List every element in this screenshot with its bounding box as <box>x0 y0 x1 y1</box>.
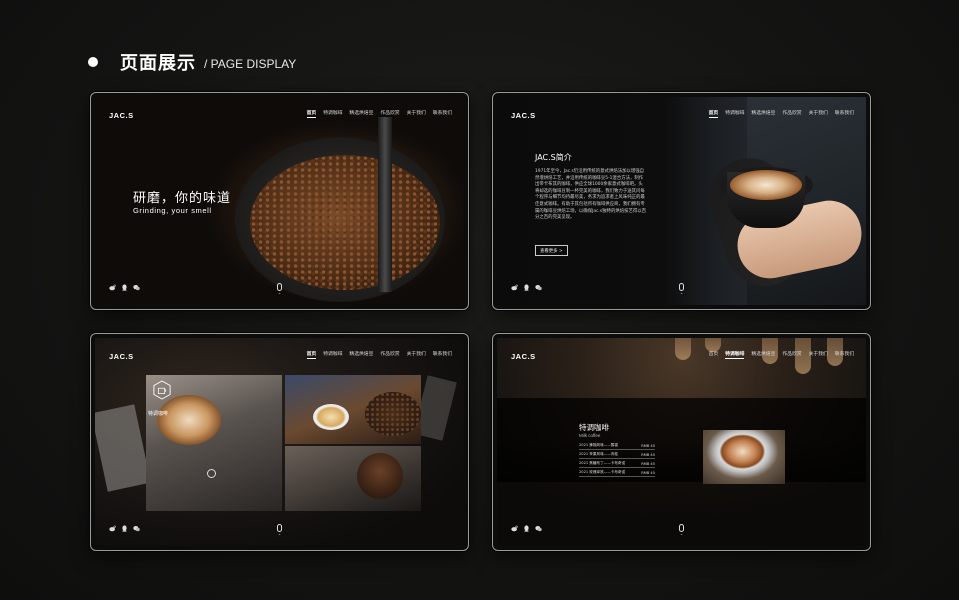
site-logo[interactable]: JAC.S <box>109 111 134 120</box>
latte-art-photo <box>703 430 785 484</box>
nav-item-home[interactable]: 首页 <box>306 350 317 359</box>
latte-cup <box>157 395 221 445</box>
menu-item-name: 2021 苹果风味——肉桂 <box>579 452 619 456</box>
coffee-beans <box>250 155 440 290</box>
weibo-icon[interactable] <box>109 284 116 291</box>
top-nav: 首页 特调咖啡 精选烘焙豆 作品欣赏 关于我们 联系我们 <box>709 350 854 359</box>
menu-item-price: RMB 45 <box>641 461 655 466</box>
menu-item-name: 2021 蜂拥风味——醇香 <box>579 443 619 447</box>
nav-item-works[interactable]: 作品欣赏 <box>782 350 801 359</box>
qq-icon[interactable] <box>121 284 128 291</box>
nav-item-works[interactable]: 作品欣赏 <box>380 109 399 118</box>
menu-row[interactable]: 2021 蜂拥风味——醇香 RMB 45 <box>579 442 655 450</box>
nav-item-about[interactable]: 关于我们 <box>809 109 828 118</box>
top-nav: 首页 特调咖啡 精选烘焙豆 作品欣赏 关于我们 联系我们 <box>306 350 452 359</box>
espresso-cup <box>313 404 349 430</box>
view-more-button[interactable]: 查看更多 > <box>535 245 568 256</box>
pendant-lamp <box>675 338 691 360</box>
nav-item-beans[interactable]: 精选烘焙豆 <box>751 350 775 359</box>
featured-label: 特调咖啡 <box>148 411 169 417</box>
qq-icon[interactable] <box>523 284 530 291</box>
menu-row[interactable]: 2021 焦糖布丁——卡布奇诺 RMB 45 <box>579 460 655 468</box>
nav-item-about[interactable]: 关于我们 <box>809 350 828 359</box>
nav-item-home[interactable]: 首页 <box>708 109 719 118</box>
hero-title: 研磨，你的味道 <box>133 191 232 206</box>
nav-item-special-coffee[interactable]: 特调咖啡 <box>323 109 342 118</box>
nav-item-contact[interactable]: 联系我们 <box>433 350 452 359</box>
menu-item-name: 2021 焦糖布丁——卡布奇诺 <box>579 461 626 465</box>
site-logo[interactable]: JAC.S <box>511 111 536 120</box>
social-links <box>109 284 140 291</box>
wechat-icon[interactable] <box>535 284 542 291</box>
menu-row[interactable]: 2021 玫瑰拿铁——卡布奇诺 RMB 45 <box>579 469 655 477</box>
coffee-cup-hex-icon <box>153 380 171 400</box>
hero-subtitle: Grinding, your smell <box>133 206 212 215</box>
intro-title: JAC.S简介 <box>535 153 572 162</box>
nav-item-contact[interactable]: 联系我们 <box>835 109 854 118</box>
weibo-icon[interactable] <box>109 525 116 532</box>
weibo-icon[interactable] <box>511 284 518 291</box>
menu-item-name: 2021 玫瑰拿铁——卡布奇诺 <box>579 470 626 474</box>
nav-item-beans[interactable]: 精选烘焙豆 <box>349 109 373 118</box>
menu-list: 2021 蜂拥风味——醇香 RMB 45 2021 苹果风味——肉桂 RMB 4… <box>579 442 655 478</box>
social-links <box>511 284 542 291</box>
nav-item-contact[interactable]: 联系我们 <box>835 350 854 359</box>
wechat-icon[interactable] <box>535 525 542 532</box>
qq-icon[interactable] <box>121 525 128 532</box>
arrow-circle-icon[interactable] <box>207 469 216 478</box>
nav-item-home[interactable]: 首页 <box>306 109 317 118</box>
bullet-dot-icon <box>88 57 98 67</box>
nav-item-works[interactable]: 作品欣赏 <box>782 109 801 118</box>
nav-item-home[interactable]: 首页 <box>709 350 719 359</box>
mouse-scroll-icon[interactable]: ⌄ <box>277 524 283 536</box>
wechat-icon[interactable] <box>133 525 140 532</box>
site-logo[interactable]: JAC.S <box>109 352 134 361</box>
menu-item-price: RMB 45 <box>641 443 655 448</box>
menu-band <box>497 398 866 482</box>
mouse-scroll-icon[interactable]: ⌄ <box>679 283 685 295</box>
weibo-icon[interactable] <box>511 525 518 532</box>
chocolate-cake <box>357 453 403 499</box>
site-logo[interactable]: JAC.S <box>511 352 536 361</box>
page-preview-special-coffee[interactable]: 特调咖啡 Milk coffee 2021 蜂拥风味——醇香 RMB 45 20… <box>492 333 871 551</box>
section-header: 页面展示 / PAGE DISPLAY <box>88 49 296 75</box>
nav-item-beans[interactable]: 精选烘焙豆 <box>751 109 775 118</box>
qq-icon[interactable] <box>523 525 530 532</box>
latte-art <box>730 170 802 200</box>
nav-item-works[interactable]: 作品欣赏 <box>380 350 399 359</box>
page-preview-intro[interactable]: JAC.S 首页 特调咖啡 精选烘焙豆 作品欣赏 关于我们 联系我们 JAC.S… <box>492 92 871 310</box>
menu-row[interactable]: 2021 苹果风味——肉桂 RMB 45 <box>579 451 655 459</box>
nav-item-about[interactable]: 关于我们 <box>407 109 426 118</box>
nav-item-beans[interactable]: 精选烘焙豆 <box>349 350 373 359</box>
section-subtitle: / PAGE DISPLAY <box>204 56 297 71</box>
page-preview-products[interactable]: 特调咖啡 JAC.S 首页 特调咖啡 精选烘焙豆 作品欣赏 关于我们 联系我们 … <box>90 333 469 551</box>
mouse-scroll-icon[interactable]: ⌄ <box>277 283 283 295</box>
menu-item-price: RMB 45 <box>641 470 655 475</box>
nav-item-special-coffee[interactable]: 特调咖啡 <box>725 109 744 118</box>
grinder-shaft <box>378 117 392 292</box>
menu-subtitle: Milk coffee <box>579 433 601 438</box>
intro-paragraph: 1971年至今，Jac.s仍沿用传统的意式烘焙法加以增强自然增烘焙工艺，并沿用传… <box>535 169 647 221</box>
social-links <box>109 525 140 532</box>
page-preview-home[interactable]: JAC.S 首页 特调咖啡 精选烘焙豆 作品欣赏 关于我们 联系我们 研磨，你的… <box>90 92 469 310</box>
nav-item-special-coffee[interactable]: 特调咖啡 <box>725 350 745 359</box>
social-links <box>511 525 542 532</box>
section-title: 页面展示 <box>120 53 196 74</box>
menu-item-price: RMB 45 <box>641 452 655 457</box>
nav-item-special-coffee[interactable]: 特调咖啡 <box>323 350 342 359</box>
top-nav: 首页 特调咖啡 精选烘焙豆 作品欣赏 关于我们 联系我们 <box>708 109 854 118</box>
top-nav: 首页 特调咖啡 精选烘焙豆 作品欣赏 关于我们 联系我们 <box>306 109 452 118</box>
nav-item-contact[interactable]: 联系我们 <box>433 109 452 118</box>
nav-item-about[interactable]: 关于我们 <box>407 350 426 359</box>
mouse-scroll-icon[interactable]: ⌄ <box>679 524 685 536</box>
wechat-icon[interactable] <box>133 284 140 291</box>
menu-title: 特调咖啡 <box>579 423 609 432</box>
bean-bowl <box>365 392 421 436</box>
